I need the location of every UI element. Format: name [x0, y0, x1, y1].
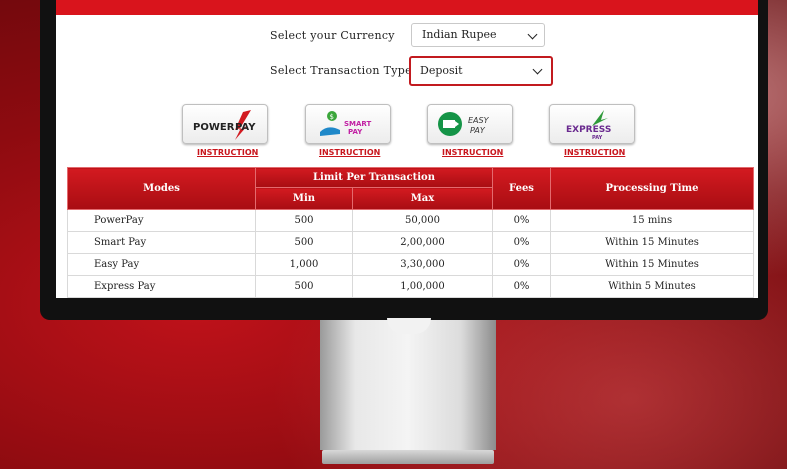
- header-min: Min: [255, 187, 353, 210]
- chevron-down-icon: [527, 29, 538, 40]
- currency-label: Select your Currency: [270, 29, 395, 42]
- easypay-option[interactable]: EASY PAY: [427, 104, 513, 144]
- svg-text:SMART: SMART: [344, 120, 372, 128]
- mode-cell: Easy Pay: [67, 253, 256, 276]
- fees-cell: 0%: [492, 231, 551, 254]
- mode-cell: Smart Pay: [67, 231, 256, 254]
- expresspay-logo-icon: EXPRESS PAY: [550, 105, 634, 143]
- table-row: Express Pay 500 1,00,000 0% Within 5 Min…: [67, 275, 754, 298]
- min-cell: 500: [255, 275, 353, 298]
- monitor-stand-base: [322, 450, 494, 464]
- mode-cell: PowerPay: [67, 209, 256, 232]
- processing-cell: 15 mins: [550, 209, 754, 232]
- svg-text:POWER: POWER: [193, 122, 235, 133]
- svg-text:EXPRESS: EXPRESS: [566, 125, 611, 135]
- page-header-bar: [56, 0, 758, 15]
- transaction-type-label: Select Transaction Type: [270, 64, 412, 77]
- monitor-screen: Select your Currency Indian Rupee Select…: [56, 0, 758, 298]
- svg-text:$: $: [330, 113, 334, 121]
- fees-cell: 0%: [492, 253, 551, 276]
- header-max: Max: [352, 187, 493, 210]
- smartpay-instruction-link[interactable]: INSTRUCTION: [319, 148, 380, 157]
- max-cell: 3,30,000: [352, 253, 493, 276]
- smartpay-logo-icon: $ SMART PAY: [306, 105, 390, 143]
- mode-cell: Express Pay: [67, 275, 256, 298]
- table-row: PowerPay 500 50,000 0% 15 mins: [67, 209, 754, 232]
- min-cell: 1,000: [255, 253, 353, 276]
- powerpay-option[interactable]: POWER PAY: [182, 104, 268, 144]
- processing-cell: Within 15 Minutes: [550, 231, 754, 254]
- expresspay-instruction-link[interactable]: INSTRUCTION: [564, 148, 625, 157]
- limits-table: Modes Limit Per Transaction Fees Process…: [67, 167, 754, 298]
- currency-select-value: Indian Rupee: [422, 28, 497, 41]
- header-processing-time: Processing Time: [550, 167, 754, 210]
- fees-cell: 0%: [492, 209, 551, 232]
- max-cell: 50,000: [352, 209, 493, 232]
- fees-cell: 0%: [492, 275, 551, 298]
- min-cell: 500: [255, 231, 353, 254]
- powerpay-logo-icon: POWER PAY: [183, 105, 267, 143]
- svg-text:PAY: PAY: [592, 135, 603, 141]
- powerpay-instruction-link[interactable]: INSTRUCTION: [197, 148, 258, 157]
- header-fees: Fees: [492, 167, 551, 210]
- smartpay-option[interactable]: $ SMART PAY: [305, 104, 391, 144]
- max-cell: 1,00,000: [352, 275, 493, 298]
- header-limit: Limit Per Transaction: [255, 167, 493, 188]
- transaction-type-value: Deposit: [420, 64, 463, 77]
- chevron-down-icon: [532, 64, 543, 75]
- transaction-type-select[interactable]: Deposit: [409, 56, 553, 86]
- easypay-instruction-link[interactable]: INSTRUCTION: [442, 148, 503, 157]
- expresspay-option[interactable]: EXPRESS PAY: [549, 104, 635, 144]
- max-cell: 2,00,000: [352, 231, 493, 254]
- svg-text:PAY: PAY: [348, 128, 363, 136]
- svg-text:EASY: EASY: [468, 116, 490, 125]
- table-row: Smart Pay 500 2,00,000 0% Within 15 Minu…: [67, 231, 754, 254]
- table-row: Easy Pay 1,000 3,30,000 0% Within 15 Min…: [67, 253, 754, 276]
- currency-select[interactable]: Indian Rupee: [411, 23, 545, 47]
- min-cell: 500: [255, 209, 353, 232]
- processing-cell: Within 5 Minutes: [550, 275, 754, 298]
- processing-cell: Within 15 Minutes: [550, 253, 754, 276]
- easypay-logo-icon: EASY PAY: [428, 105, 512, 143]
- header-modes: Modes: [67, 167, 256, 210]
- svg-text:PAY: PAY: [235, 122, 256, 133]
- svg-text:PAY: PAY: [470, 126, 486, 135]
- monitor-stand: [320, 320, 496, 450]
